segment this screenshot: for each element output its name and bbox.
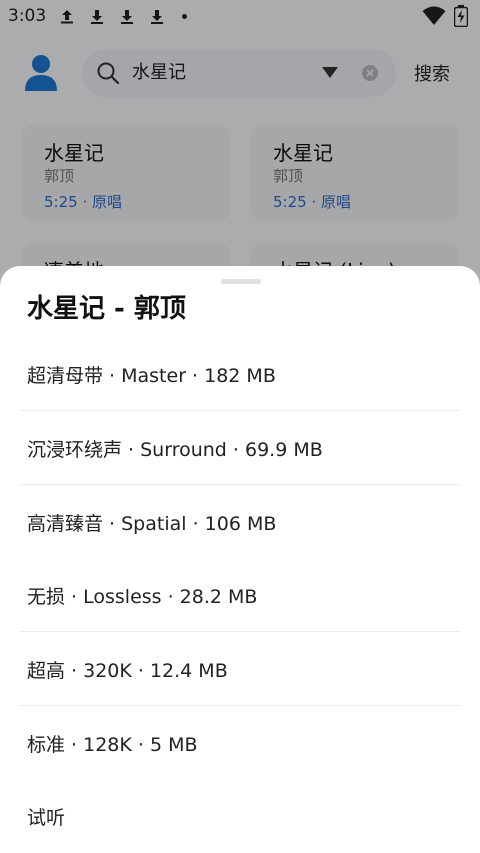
quality-option-master[interactable]: 超清母带 · Master · 182 MB xyxy=(0,338,480,411)
quality-option-320k[interactable]: 超高 · 320K · 12.4 MB xyxy=(0,633,480,706)
drag-handle[interactable] xyxy=(221,279,261,284)
divider xyxy=(20,410,460,411)
quality-option-label: 超高 · 320K · 12.4 MB xyxy=(27,660,228,682)
divider xyxy=(20,631,460,632)
quality-option-label: 试听 xyxy=(27,807,66,829)
quality-option-label: 标准 · 128K · 5 MB xyxy=(27,734,198,756)
quality-option-label: 沉浸环绕声 · Surround · 69.9 MB xyxy=(27,439,323,461)
divider xyxy=(20,484,460,485)
quality-option-label: 高清臻音 · Spatial · 106 MB xyxy=(27,513,277,535)
sheet-title: 水星记 - 郭顶 xyxy=(27,294,186,324)
quality-option-label: 超清母带 · Master · 182 MB xyxy=(27,365,276,387)
quality-option-128k[interactable]: 标准 · 128K · 5 MB xyxy=(0,707,480,780)
quality-option-spatial[interactable]: 高清臻音 · Spatial · 106 MB xyxy=(0,486,480,559)
quality-bottom-sheet: 水星记 - 郭顶 超清母带 · Master · 182 MB 沉浸环绕声 · … xyxy=(0,266,480,853)
quality-option-lossless[interactable]: 无损 · Lossless · 28.2 MB xyxy=(0,559,480,632)
divider xyxy=(20,705,460,706)
quality-option-preview[interactable]: 试听 xyxy=(0,780,480,853)
quality-option-label: 无损 · Lossless · 28.2 MB xyxy=(27,586,258,608)
quality-option-surround[interactable]: 沉浸环绕声 · Surround · 69.9 MB xyxy=(0,412,480,485)
